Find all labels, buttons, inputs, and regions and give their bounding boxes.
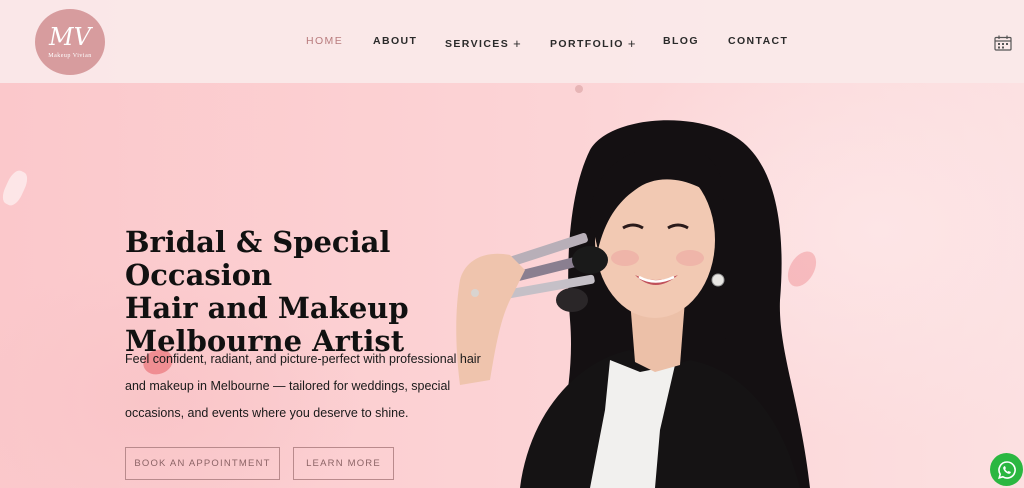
hero-title: Bridal & Special Occasion Hair and Makeu…	[125, 226, 525, 358]
nav-services-label: SERVICES	[445, 38, 510, 50]
nav-portfolio[interactable]: PORTFOLIO +	[550, 35, 637, 51]
nav-about-label: ABOUT	[373, 35, 418, 47]
nav-services[interactable]: SERVICES +	[445, 35, 523, 51]
main-nav: HOME ABOUT SERVICES + PORTFOLIO + BLOG CON…	[0, 35, 1024, 51]
nav-about[interactable]: ABOUT	[373, 35, 417, 47]
nav-contact-label: CONTACT	[728, 35, 789, 47]
hero-description: Feel confident, radiant, and picture-per…	[125, 352, 481, 420]
plus-icon: +	[513, 36, 523, 51]
site-header: MV Makeup Vivian HOME ABOUT SERVICES + PO…	[0, 0, 1024, 83]
plus-icon: +	[627, 36, 637, 51]
whatsapp-icon	[997, 460, 1016, 479]
hero-title-line: Hair and Makeup	[125, 291, 409, 325]
logo-name: Makeup Vivian	[48, 53, 92, 59]
nav-home[interactable]: HOME	[306, 35, 343, 47]
whatsapp-button[interactable]	[990, 453, 1023, 486]
calendar-icon[interactable]	[994, 35, 1012, 51]
nav-contact[interactable]: CONTACT	[728, 35, 788, 47]
nav-portfolio-label: PORTFOLIO	[550, 38, 624, 50]
nav-home-label: HOME	[306, 35, 344, 47]
nav-blog-label: BLOG	[663, 35, 699, 47]
nav-blog[interactable]: BLOG	[663, 35, 699, 47]
learn-more-button[interactable]: LEARN MORE	[293, 447, 394, 480]
hero-title-line: Bridal & Special Occasion	[125, 225, 391, 292]
book-appointment-button[interactable]: BOOK AN APPOINTMENT	[125, 447, 280, 480]
decorative-splash	[575, 85, 583, 93]
